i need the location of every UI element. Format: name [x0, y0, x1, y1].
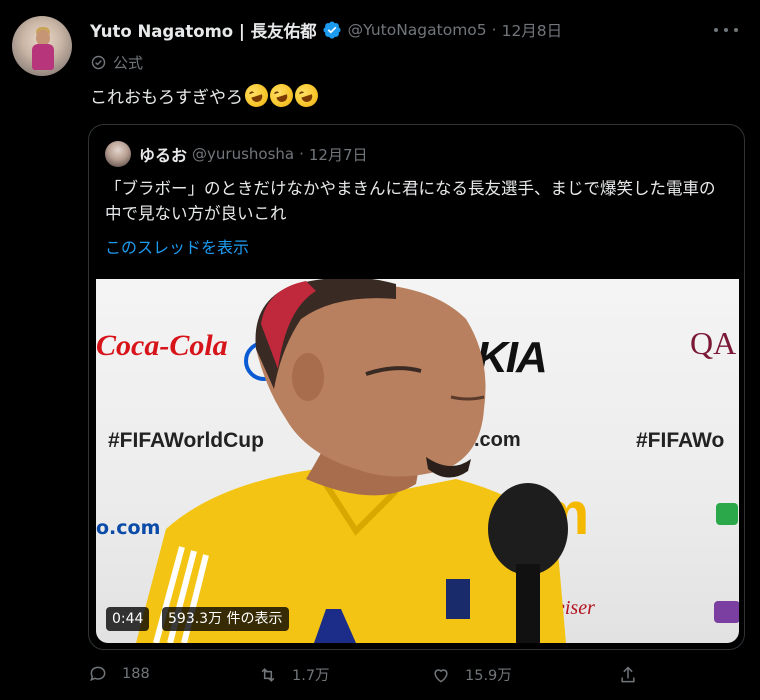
- jersey-text: JAPAN: [448, 579, 470, 587]
- official-label-text: 公式: [113, 54, 144, 72]
- tweet-text: これおもろすぎやろ: [90, 81, 321, 110]
- author-display-name[interactable]: Yuto Nagatomo | 長友佑都: [90, 18, 317, 42]
- video-duration-badge: 0:44: [106, 607, 150, 631]
- retweet-icon: [261, 667, 275, 682]
- share-icon[interactable]: [618, 665, 638, 685]
- quoted-author-handle[interactable]: @yurushosha: [192, 145, 294, 163]
- quoted-tweet-date[interactable]: 12月7日: [309, 144, 368, 165]
- rolling-laughing-emoji-icon: [292, 81, 321, 110]
- heart-icon: [434, 668, 448, 683]
- quoted-tweet-text: 「ブラボー」のときだけなかやまきんに君になる長友選手、まじで爆笑した電車の中で見…: [105, 179, 716, 223]
- quoted-tweet[interactable]: ゆるお @yurushosha · 12月7日 「ブラボー」のときだけなかやまき…: [88, 124, 745, 650]
- tweet-text-body: これおもろすぎやろ: [90, 88, 243, 108]
- rolling-laughing-emoji-icon: [242, 81, 271, 110]
- tweet-header: Yuto Nagatomo | 長友佑都 @YutoNagatomo5 · 12…: [90, 18, 562, 42]
- reply-button[interactable]: 188: [88, 664, 150, 684]
- interviewee-figure: JAPAN: [136, 279, 568, 643]
- more-options-icon[interactable]: [714, 20, 738, 40]
- like-count: 15.9万: [465, 668, 512, 684]
- quoted-author-name[interactable]: ゆるお: [139, 142, 187, 166]
- like-button[interactable]: 15.9万: [431, 664, 512, 685]
- quoted-author-avatar[interactable]: [105, 141, 131, 167]
- rolling-laughing-emoji-icon: [267, 81, 296, 110]
- retweet-button[interactable]: 1.7万: [258, 664, 330, 685]
- author-handle[interactable]: @YutoNagatomo5: [348, 21, 487, 39]
- reply-icon: [90, 666, 106, 682]
- official-check-icon: [91, 55, 106, 70]
- tweet: Yuto Nagatomo | 長友佑都 @YutoNagatomo5 · 12…: [0, 0, 760, 700]
- video-views-badge: 593.3万 件の表示: [162, 607, 289, 631]
- official-label: 公式: [90, 52, 143, 73]
- reply-count: 188: [122, 666, 150, 682]
- quoted-tweet-header: ゆるお @yurushosha · 12月7日: [105, 141, 368, 167]
- separator-dot: ·: [491, 21, 497, 39]
- tweet-date[interactable]: 12月8日: [502, 19, 563, 41]
- author-avatar[interactable]: [12, 16, 72, 76]
- retweet-count: 1.7万: [292, 668, 330, 684]
- separator-dot: ·: [299, 145, 304, 163]
- action-bar: 188 1.7万 15.9万: [88, 664, 648, 692]
- show-thread-link[interactable]: このスレッドを表示: [105, 234, 249, 258]
- verified-badge-icon: [323, 21, 341, 39]
- video-player[interactable]: Coca-Cola KIA QA #FIFAWorldCup .com #FIF…: [96, 279, 739, 643]
